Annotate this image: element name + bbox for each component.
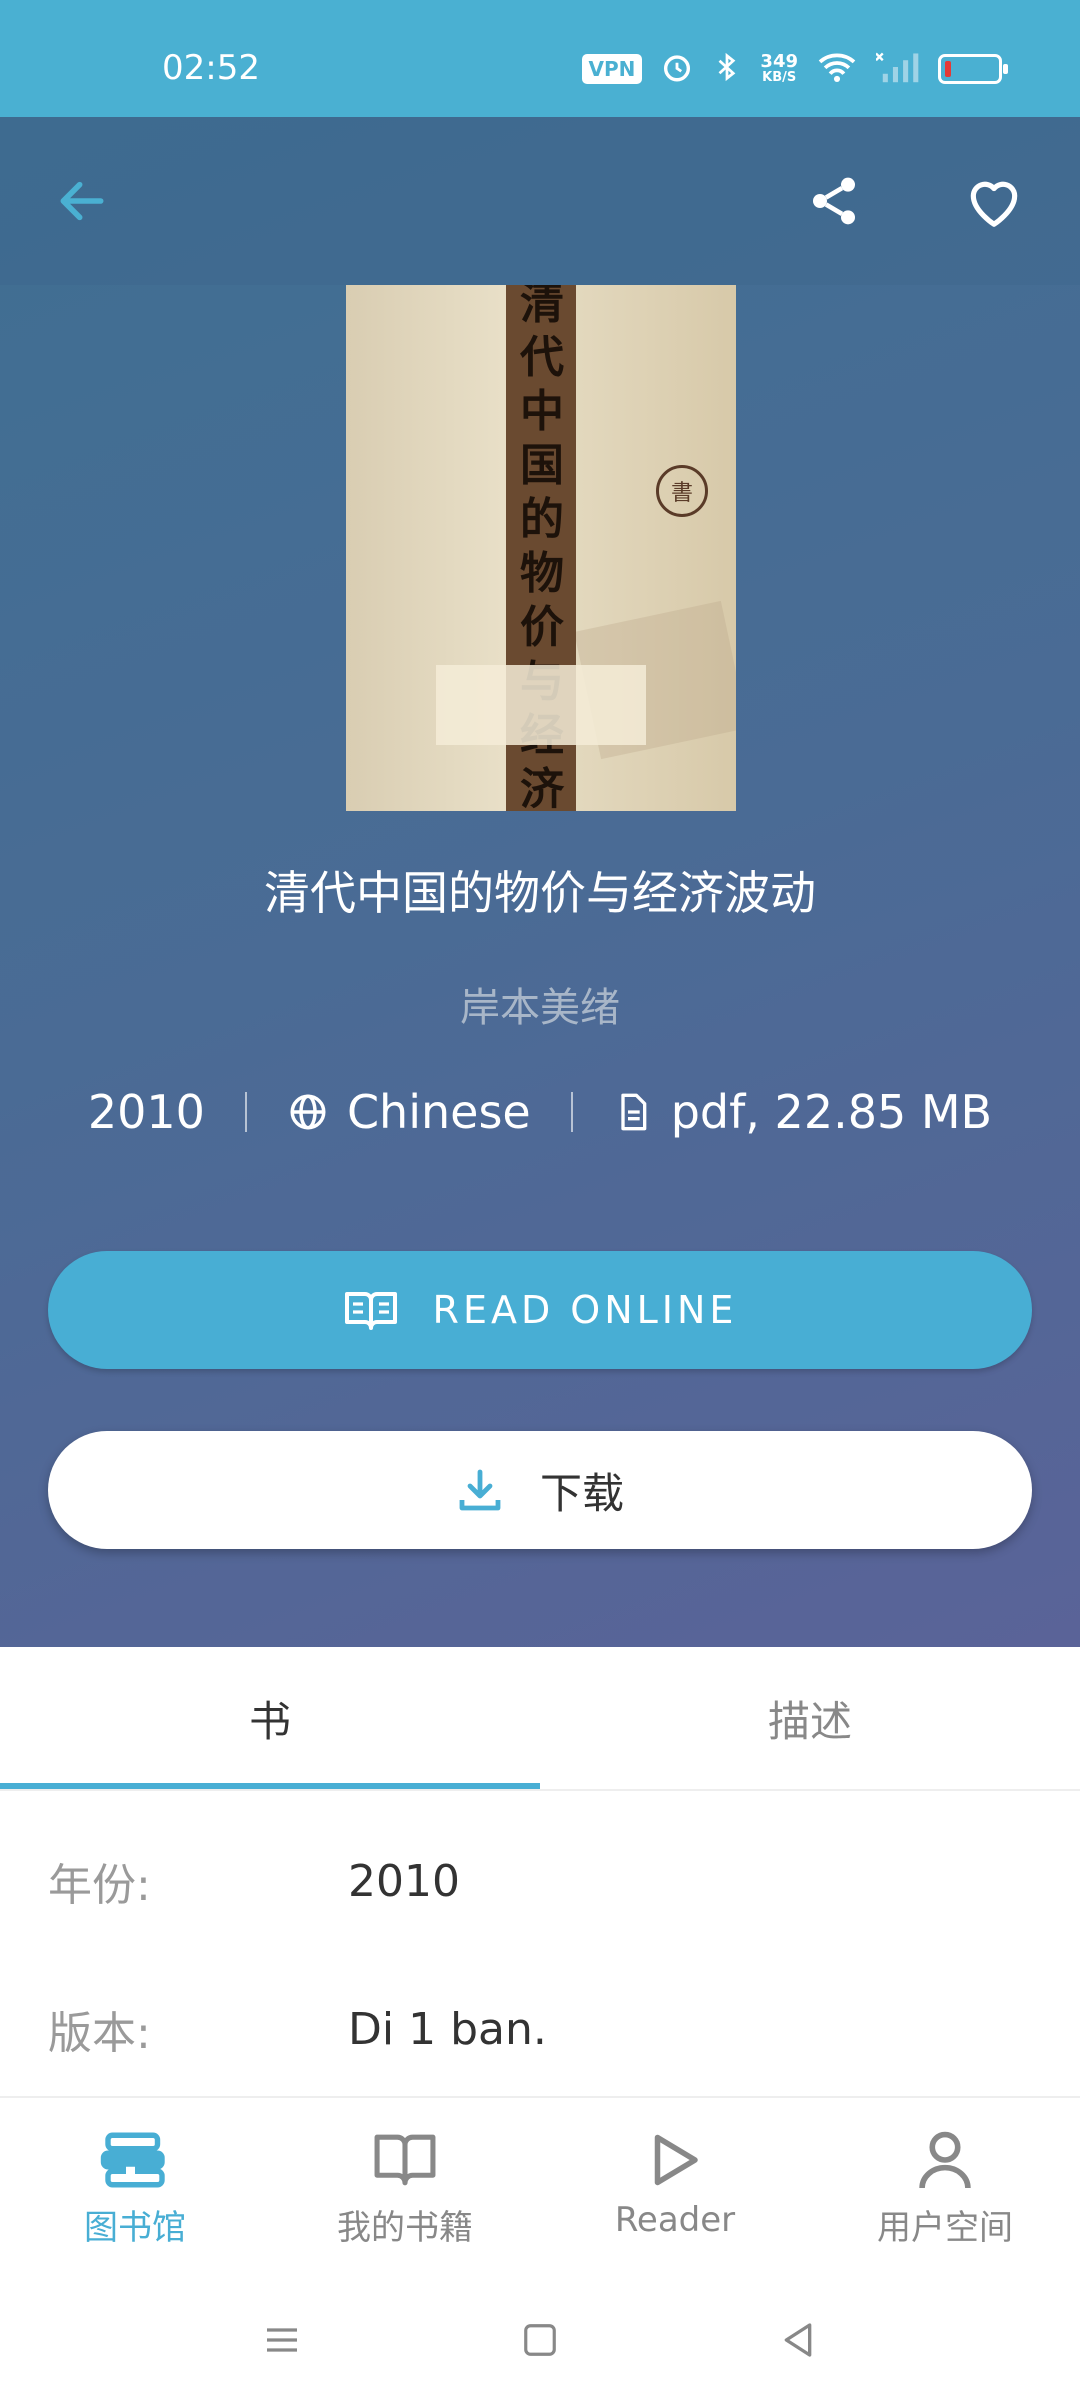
book-year: 2010 <box>87 1085 205 1139</box>
book-language: Chinese <box>346 1085 531 1139</box>
status-icons: VPN 349 KB/S <box>581 50 1008 88</box>
book-hero: 清代中国的物价与经济波动 書 清代中国的物价与经济波动 岸本美绪 2010 Ch… <box>0 117 1080 1647</box>
detail-row-year: 年份: 2010 <box>0 1831 1080 1931</box>
tab-book-label: 书 <box>248 1696 291 1746</box>
cover-seal: 書 <box>656 465 708 517</box>
tab-description[interactable]: 描述 <box>540 1647 1080 1789</box>
book-open-icon <box>369 2128 441 2192</box>
menu-icon <box>267 2328 297 2352</box>
file-icon <box>621 1093 647 1131</box>
book-file-item: pdf, 22.85 MB <box>613 1085 992 1139</box>
meta-divider <box>244 1092 247 1132</box>
square-icon <box>524 2324 556 2356</box>
signal-icon <box>875 50 920 88</box>
open-book-icon <box>344 1292 397 1330</box>
home-button[interactable] <box>510 2310 570 2370</box>
nav-item-user-space[interactable]: 用户空间 <box>810 2098 1080 2280</box>
alarm-icon <box>660 50 694 88</box>
tab-divider <box>0 1789 1080 1791</box>
library-icon <box>99 2128 171 2192</box>
status-time: 02:52 <box>162 48 260 88</box>
vpn-badge: VPN <box>581 54 643 84</box>
share-button[interactable] <box>802 169 866 233</box>
system-nav-bar <box>0 2280 1080 2400</box>
nav-item-reader[interactable]: Reader <box>540 2098 810 2280</box>
user-icon <box>909 2128 981 2192</box>
top-toolbar <box>0 117 1080 285</box>
favorite-button[interactable] <box>962 169 1026 233</box>
tab-description-label: 描述 <box>767 1696 852 1746</box>
nav-label: 图书馆 <box>84 2208 186 2248</box>
tab-book[interactable]: 书 <box>0 1647 540 1789</box>
book-file-info: pdf, 22.85 MB <box>670 1085 993 1139</box>
detail-label: 年份: <box>48 1860 151 1911</box>
triangle-back-icon <box>784 2323 812 2357</box>
battery-level <box>945 61 951 77</box>
book-author[interactable]: 岸本美绪 <box>0 975 1080 1033</box>
bluetooth-icon <box>712 50 742 88</box>
bottom-nav: 图书馆 我的书籍 Reader 用户空间 <box>0 2096 1080 2280</box>
play-icon <box>639 2128 711 2192</box>
book-cover[interactable]: 清代中国的物价与经济波动 書 <box>346 285 736 811</box>
battery-icon <box>938 54 1008 84</box>
heart-icon <box>970 181 1018 227</box>
back-arrow-icon <box>60 181 104 221</box>
read-online-label: READ ONLINE <box>432 1288 738 1332</box>
download-icon <box>459 1469 501 1511</box>
share-icon <box>813 177 855 225</box>
back-button[interactable] <box>50 169 114 233</box>
detail-label: 版本: <box>48 2008 151 2059</box>
download-button[interactable]: 下载 <box>48 1431 1032 1549</box>
globe-icon <box>290 1094 326 1130</box>
nav-item-my-books[interactable]: 我的书籍 <box>270 2098 540 2280</box>
meta-divider <box>570 1092 573 1132</box>
book-language-item: Chinese <box>287 1085 531 1139</box>
network-speed: 349 KB/S <box>760 53 798 85</box>
detail-value: 2010 <box>348 1855 460 1907</box>
detail-value: Di 1 ban. <box>348 2003 547 2055</box>
cover-decoration <box>436 665 646 745</box>
menu-button[interactable] <box>252 2310 312 2370</box>
book-meta: 2010 Chinese pdf, 22.85 MB <box>0 1085 1080 1139</box>
book-title: 清代中国的物价与经济波动 <box>264 866 816 920</box>
status-bar: 02:52 VPN 349 KB/S <box>0 0 1080 117</box>
download-label: 下载 <box>539 1468 624 1518</box>
nav-label: 用户空间 <box>877 2208 1013 2248</box>
nav-item-library[interactable]: 图书馆 <box>0 2098 270 2280</box>
read-online-button[interactable]: READ ONLINE <box>48 1251 1032 1369</box>
detail-row-edition: 版本: Di 1 ban. <box>0 1979 1080 2079</box>
speed-value: 349 <box>760 51 798 72</box>
nav-label: 我的书籍 <box>337 2208 473 2248</box>
detail-tabs: 书 描述 <box>0 1647 1080 1789</box>
wifi-icon <box>816 50 858 88</box>
system-back-button[interactable] <box>768 2310 828 2370</box>
speed-unit: KB/S <box>762 70 797 85</box>
nav-label: Reader <box>614 2200 736 2240</box>
